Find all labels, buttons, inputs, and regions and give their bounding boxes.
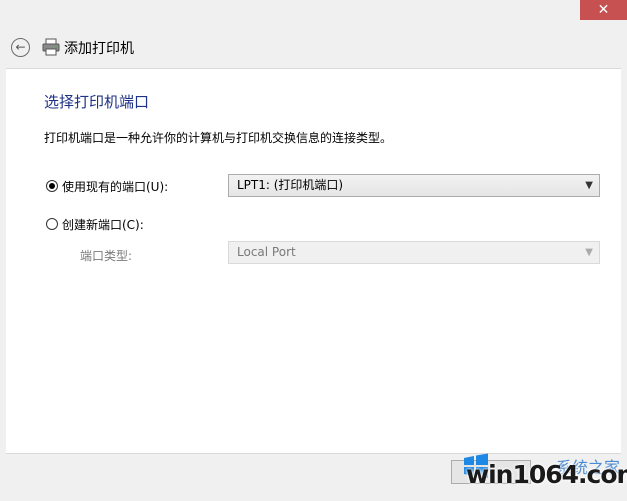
printer-icon (42, 38, 60, 56)
port-type-select[interactable]: Local Port ▼ (228, 241, 600, 264)
chevron-down-icon: ▼ (585, 247, 593, 258)
close-button[interactable]: ✕ (580, 0, 627, 20)
content-panel: 选择打印机端口 打印机端口是一种允许你的计算机与打印机交换信息的连接类型。 使用… (6, 68, 621, 454)
back-button[interactable]: ← (11, 38, 30, 57)
next-button[interactable] (451, 460, 531, 484)
page-title: 添加打印机 (64, 41, 134, 57)
use-existing-port-radio[interactable] (46, 180, 58, 192)
title-bar: ✕ (0, 0, 627, 27)
section-title: 选择打印机端口 (44, 93, 150, 111)
chevron-down-icon: ▼ (585, 180, 593, 191)
use-existing-port-label[interactable]: 使用现有的端口(U): (62, 178, 168, 195)
watermark-cn: 系统之家 (556, 458, 621, 477)
existing-port-select[interactable]: LPT1: (打印机端口) ▼ (228, 174, 600, 197)
port-type-value: Local Port (237, 245, 296, 259)
back-arrow-icon: ← (15, 40, 26, 54)
port-type-label: 端口类型: (80, 249, 133, 263)
existing-port-value: LPT1: (打印机端口) (237, 178, 344, 192)
create-new-port-label[interactable]: 创建新端口(C): (62, 216, 144, 233)
create-new-port-radio[interactable] (46, 218, 58, 230)
close-icon: ✕ (597, 2, 610, 18)
description-text: 打印机端口是一种允许你的计算机与打印机交换信息的连接类型。 (44, 131, 393, 145)
